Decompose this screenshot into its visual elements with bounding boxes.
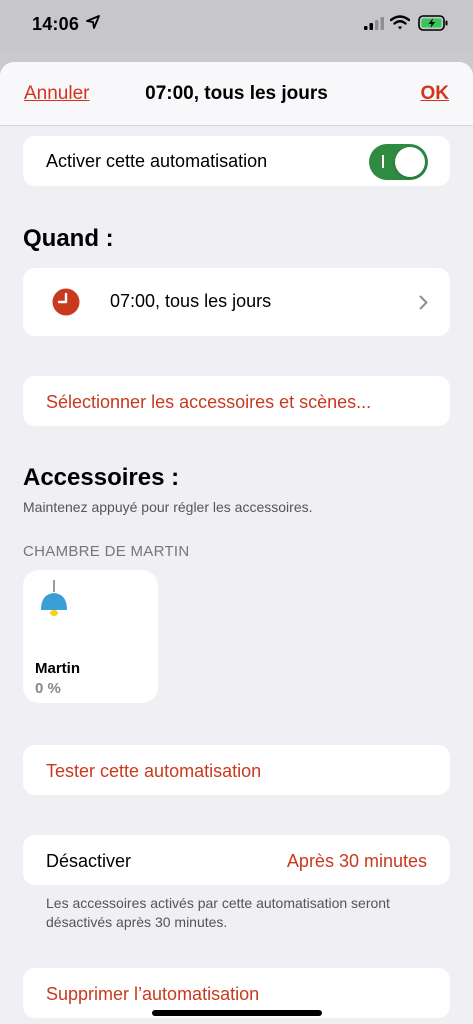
automation-sheet: Annuler 07:00, tous les jours OK Activer… (0, 62, 473, 1024)
deactivate-footnote: Les accessoires activés par cette automa… (46, 895, 390, 930)
enable-automation-toggle[interactable] (369, 144, 428, 180)
select-accessories-button[interactable]: Sélectionner les accessoires et scènes..… (23, 376, 450, 426)
when-section-title: Quand : (23, 225, 114, 252)
status-bar: 14:06 (0, 0, 473, 52)
test-automation-button[interactable]: Tester cette automatisation (23, 745, 450, 795)
clock-icon (52, 288, 80, 316)
room-label: CHAMBRE DE MARTIN (23, 543, 190, 560)
home-indicator[interactable] (152, 1010, 322, 1016)
ok-button[interactable]: OK (421, 83, 450, 105)
accessory-value: 0 % (35, 680, 61, 697)
location-icon (86, 15, 100, 29)
page-title: 07:00, tous les jours (145, 83, 328, 104)
toggle-knob (395, 147, 425, 177)
signal-icon (364, 17, 384, 30)
enable-automation-label: Activer cette automatisation (46, 151, 268, 171)
accessories-section-title: Accessoires : (23, 464, 180, 491)
deactivate-label: Désactiver (46, 851, 132, 871)
toggle-on-mark (382, 155, 384, 168)
accessory-tile[interactable]: Martin 0 % (23, 570, 158, 703)
trigger-label: 07:00, tous les jours (110, 291, 272, 311)
enable-automation-row: Activer cette automatisation (23, 136, 450, 186)
deactivate-value: Après 30 minutes (286, 851, 427, 871)
accessories-hint: Maintenez appuyé pour régler les accesso… (23, 499, 313, 515)
battery-icon (418, 15, 448, 31)
navigation-bar: Annuler 07:00, tous les jours OK (0, 62, 473, 126)
select-accessories-label: Sélectionner les accessoires et scènes..… (46, 392, 372, 412)
accessory-name: Martin (35, 660, 80, 677)
status-time: 14:06 (32, 14, 80, 34)
delete-automation-label: Supprimer l’automatisation (46, 984, 260, 1004)
wifi-icon (390, 15, 410, 30)
chevron-right-icon (419, 295, 428, 310)
trigger-row[interactable]: 07:00, tous les jours (23, 268, 450, 336)
deactivate-row[interactable]: Désactiver Après 30 minutes (23, 835, 450, 885)
pendant-lamp-icon (41, 580, 67, 616)
test-automation-label: Tester cette automatisation (46, 761, 262, 781)
